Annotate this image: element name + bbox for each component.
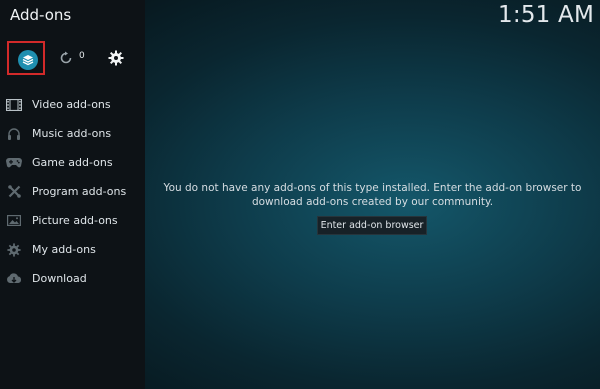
- refresh-icon[interactable]: [59, 51, 73, 65]
- sidebar-item-label: Picture add-ons: [32, 214, 118, 227]
- sidebar-item-label: Video add-ons: [32, 98, 111, 111]
- tools-icon: [6, 185, 22, 199]
- sidebar-item-game[interactable]: Game add-ons: [0, 148, 145, 177]
- message-line-1: You do not have any add-ons of this type…: [163, 182, 582, 194]
- sidebar-item-label: My add-ons: [32, 243, 96, 256]
- message-line-2: download add-ons created by our communit…: [251, 196, 494, 208]
- sidebar-item-label: Download: [32, 272, 87, 285]
- sidebar-item-download[interactable]: Download: [0, 264, 145, 293]
- clock: 1:51 AM: [498, 2, 594, 28]
- sidebar-item-picture[interactable]: Picture add-ons: [0, 206, 145, 235]
- enter-addon-browser-button[interactable]: Enter add-on browser: [317, 216, 427, 235]
- gear-icon: [6, 242, 22, 257]
- cloud-download-icon: [6, 272, 22, 286]
- sidebar-item-video[interactable]: Video add-ons: [0, 90, 145, 119]
- sidebar-item-music[interactable]: Music add-ons: [0, 119, 145, 148]
- settings-gear-icon[interactable]: [108, 50, 124, 66]
- update-count: 0: [79, 51, 85, 61]
- addon-browser-icon[interactable]: [18, 50, 38, 70]
- sidebar-item-label: Program add-ons: [32, 185, 127, 198]
- headphones-icon: [6, 127, 22, 141]
- sidebar-item-label: Game add-ons: [32, 156, 113, 169]
- gamepad-icon: [6, 156, 22, 170]
- toolbar: 0: [7, 41, 137, 75]
- addon-browser-focus[interactable]: [7, 41, 45, 75]
- page-title: Add-ons: [10, 6, 72, 24]
- sidebar-nav: Video add-ons Music add-ons Game add-ons: [0, 90, 145, 293]
- picture-icon: [6, 214, 22, 228]
- empty-state-message: You do not have any add-ons of this type…: [145, 181, 600, 209]
- sidebar-item-my-addons[interactable]: My add-ons: [0, 235, 145, 264]
- sidebar-item-label: Music add-ons: [32, 127, 112, 140]
- film-icon: [6, 98, 22, 112]
- sidebar-item-program[interactable]: Program add-ons: [0, 177, 145, 206]
